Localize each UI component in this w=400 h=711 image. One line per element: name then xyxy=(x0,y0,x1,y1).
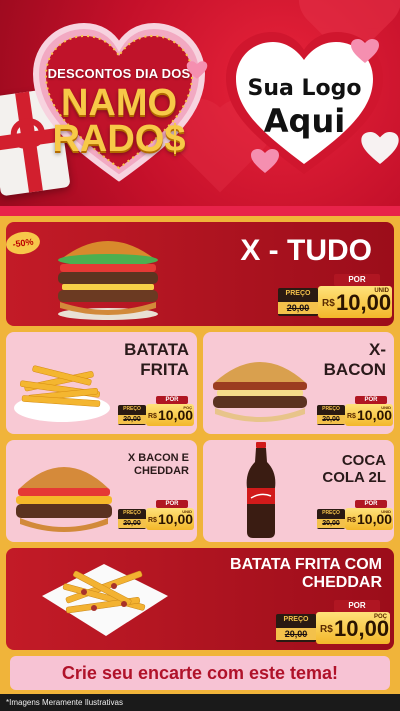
old-price: 20,00 xyxy=(317,519,345,528)
price-box: R$ 10,00 UNID xyxy=(345,508,393,530)
promo-headline-part1: NAMO xyxy=(60,82,178,124)
currency: R$ xyxy=(347,517,356,524)
price-box: R$ 10,00 POÇ xyxy=(146,404,194,426)
price-por-label: POR xyxy=(355,500,387,508)
price-unit: POÇ xyxy=(183,405,192,410)
product-name: BATATA FRITA xyxy=(124,340,189,379)
product-card-x-bacon-cheddar: X BACON E CHEDDAR POR PREÇO 20,00 R$ 10,… xyxy=(6,440,197,542)
heart-icon xyxy=(251,149,279,173)
cta-banner[interactable]: Crie seu encarte com este tema! xyxy=(10,656,390,690)
product-card-coca-cola: COCA COLA 2L POR PREÇO 20,00 R$ 10,00 UN… xyxy=(203,440,394,542)
preco-label: PREÇO xyxy=(123,510,141,516)
old-price: 20,00 xyxy=(118,415,146,424)
price-unit: UNID xyxy=(182,509,192,514)
old-price: 20,00 xyxy=(276,628,316,640)
promo-title: DESCONTOS DIA DOS xyxy=(47,66,191,81)
old-price-box: PREÇO 20,00 xyxy=(317,405,345,425)
product-card-x-bacon: X-BACON POR PREÇO 20,00 R$ 10,00 UNID xyxy=(203,332,394,434)
heart-icon xyxy=(351,39,379,63)
price-box: R$ 10,00 UNID xyxy=(146,508,194,530)
preco-label: PREÇO xyxy=(322,510,340,516)
disclaimer-footer: *Imagens Meramente Ilustrativas xyxy=(0,694,400,711)
old-price-box: PREÇO 20,00 xyxy=(278,288,318,316)
burger-x-bacon-image xyxy=(213,362,307,422)
product-name: COCA COLA 2L xyxy=(322,452,386,487)
logo-text-line1: Sua Logo xyxy=(247,76,362,101)
old-price: 20,00 xyxy=(278,302,318,314)
promo-headline-part2: RADO$ xyxy=(52,118,186,160)
price-unit: UNID xyxy=(381,405,391,410)
currency: R$ xyxy=(148,517,157,524)
price-por-label: POR xyxy=(156,396,188,404)
old-price-box: PREÇO 20,00 xyxy=(118,405,146,425)
currency: R$ xyxy=(320,624,333,635)
old-price-box: PREÇO 20,00 xyxy=(118,509,146,529)
price-box: R$ 10,00 UNID xyxy=(345,404,393,426)
old-price-box: PREÇO 20,00 xyxy=(317,509,345,529)
price-unit: UNID xyxy=(374,288,389,294)
old-price: 20,00 xyxy=(317,415,345,424)
preco-label: PREÇO xyxy=(283,616,309,623)
price-por-label: POR xyxy=(334,274,380,286)
heart-icon xyxy=(186,61,208,79)
currency: R$ xyxy=(148,413,157,420)
product-card-x-tudo: X - TUDO POR PREÇO 20,00 R$ 10,00 UNID xyxy=(6,222,394,326)
old-price: 20,00 xyxy=(118,519,146,528)
heart-icon xyxy=(361,132,399,164)
price-box: R$ 10,00 UNID xyxy=(318,286,392,318)
price-por-label: POR xyxy=(156,500,188,508)
product-name: X - TUDO xyxy=(240,234,372,267)
coca-cola-bottle-image xyxy=(246,442,276,538)
product-name: BATATA FRITA COM CHEDDAR xyxy=(230,556,382,592)
price-unit: POÇ xyxy=(373,614,387,620)
product-card-batata-cheddar: BATATA FRITA COM CHEDDAR POR PREÇO 20,00… xyxy=(6,548,394,650)
divider-stripe xyxy=(0,206,400,216)
fries-cheddar-image xyxy=(42,564,168,636)
old-price-box: PREÇO 20,00 xyxy=(276,614,316,642)
preco-label: PREÇO xyxy=(322,406,340,412)
preco-label: PREÇO xyxy=(285,290,311,297)
price-por-label: POR xyxy=(334,600,380,612)
burger-bacon-cheddar-image xyxy=(16,467,112,532)
price-unit: UNID xyxy=(381,509,391,514)
product-card-batata-frita: BATATA FRITA POR PREÇO 20,00 R$ 10,00 PO… xyxy=(6,332,197,434)
price-box: R$ 10,00 POÇ xyxy=(316,612,390,644)
product-name: X BACON E CHEDDAR xyxy=(127,452,189,477)
promo-heart-badge: DESCONTOS DIA DOS NAMO RADO$ xyxy=(30,18,208,188)
price-por-label: POR xyxy=(355,396,387,404)
hero-banner: DESCONTOS DIA DOS NAMO RADO$ Sua Logo Aq… xyxy=(0,0,400,210)
preco-label: PREÇO xyxy=(123,406,141,412)
burger-x-tudo-image xyxy=(58,241,158,320)
currency: R$ xyxy=(322,298,335,309)
currency: R$ xyxy=(347,413,356,420)
product-name: X-BACON xyxy=(323,340,386,379)
